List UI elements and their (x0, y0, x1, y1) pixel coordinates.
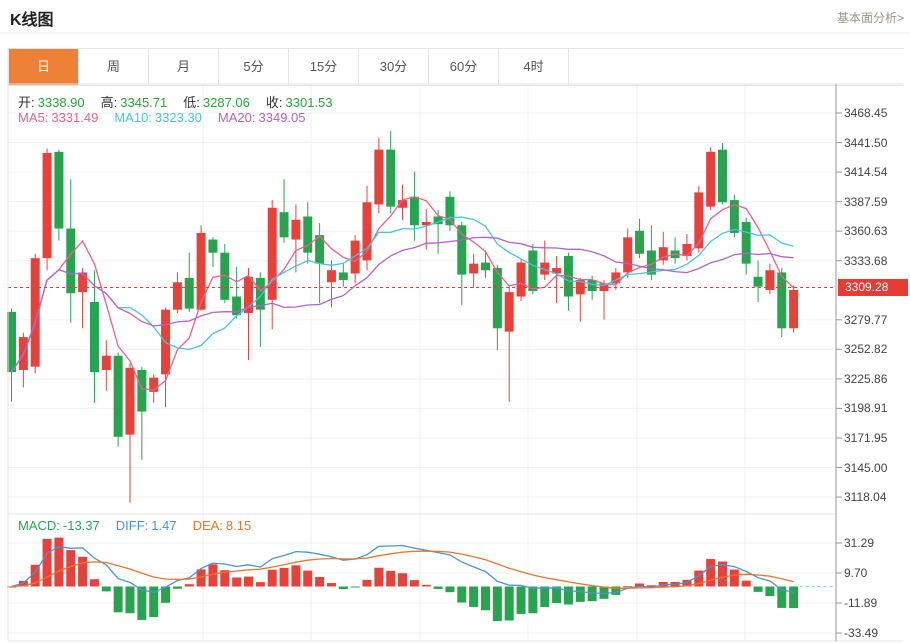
price-axis-tick: 3198.91 (844, 401, 908, 415)
price-axis-tick: 3118.04 (844, 490, 908, 504)
info-value: 8.15 (226, 518, 251, 533)
info-value: 3338.90 (38, 95, 85, 110)
macd-axis-tick: 31.29 (844, 536, 908, 550)
price-axis-tick: 3441.50 (844, 136, 908, 150)
info-label: 收: (266, 95, 283, 110)
info-value: 3287.06 (203, 95, 250, 110)
ma-info-row: MA5:3331.49 MA10:3323.30 MA20:3349.05 (18, 110, 322, 125)
info-label: 开: (18, 95, 35, 110)
info-label: MACD: (18, 518, 60, 533)
info-value: -13.37 (63, 518, 100, 533)
ohlc-info-row: 开:3338.90 高:3345.71 低:3287.06 收:3301.53 (18, 92, 349, 111)
price-axis-tick: 3468.45 (844, 106, 908, 120)
macd-axis-tick: 9.70 (844, 566, 908, 580)
info-value: 3301.53 (286, 95, 333, 110)
info-value: 3345.71 (120, 95, 167, 110)
macd-axis-tick: -11.89 (844, 596, 908, 610)
price-axis-tick: 3145.00 (844, 461, 908, 475)
info-label: DIFF: (116, 518, 149, 533)
info-label: 高: (101, 95, 118, 110)
price-axis-tick: 3279.77 (844, 313, 908, 327)
info-label: 低: (183, 95, 200, 110)
price-axis-tick: 3333.68 (844, 254, 908, 268)
price-axis-tick: 3414.54 (844, 165, 908, 179)
info-label: MA20: (218, 110, 256, 125)
info-value: 1.47 (151, 518, 176, 533)
info-value: 3349.05 (259, 110, 306, 125)
current-price-flag: 3309.28 (838, 279, 908, 296)
macd-axis-tick: -33.49 (844, 626, 908, 640)
info-value: 3323.30 (155, 110, 202, 125)
price-axis-tick: 3225.86 (844, 372, 908, 386)
info-value: 3331.49 (51, 110, 98, 125)
info-label: MA5: (18, 110, 48, 125)
macd-info-row: MACD:-13.37 DIFF:1.47 DEA:8.15 (18, 518, 267, 533)
info-label: MA10: (114, 110, 152, 125)
info-label: DEA: (193, 518, 223, 533)
price-axis-tick: 3360.63 (844, 224, 908, 238)
price-axis-tick: 3387.59 (844, 195, 908, 209)
price-axis-tick: 3171.95 (844, 431, 908, 445)
price-axis-tick: 3252.82 (844, 342, 908, 356)
kline-app: K线图 基本面分析> 日周月5分15分30分60分4时 开:3338.90高:3… (0, 0, 910, 643)
